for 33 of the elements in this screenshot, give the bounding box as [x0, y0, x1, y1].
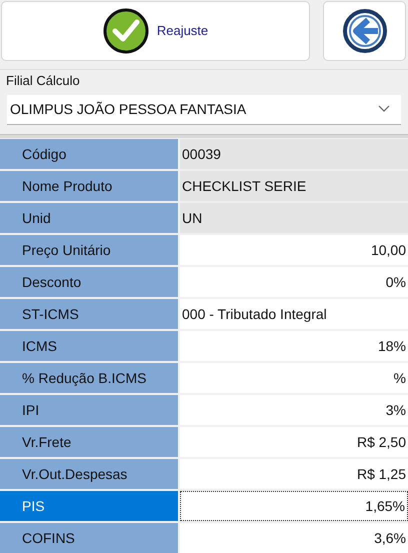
checkmark-icon — [102, 8, 149, 54]
row-label: IPI — [0, 395, 178, 425]
branch-dropdown[interactable]: OLIMPUS JOÃO PESSOA FANTASIA — [7, 94, 401, 126]
row-label: Código — [0, 139, 178, 169]
row-value[interactable]: 18% — [180, 331, 408, 361]
row-value[interactable]: R$ 1,25 — [180, 459, 408, 489]
row-label: COFINS — [0, 523, 178, 553]
row-label: Vr.Frete — [0, 427, 178, 457]
chevron-down-icon — [378, 105, 390, 114]
row-value[interactable]: % — [180, 363, 408, 393]
row-label: Desconto — [0, 267, 178, 297]
row-value: UN — [180, 203, 408, 233]
row-label: ST-ICMS — [0, 299, 178, 329]
row-label: Preço Unitário — [0, 235, 178, 265]
row-value[interactable]: 0% — [180, 267, 408, 297]
field-label: Filial Cálculo — [6, 72, 80, 90]
row-label: Nome Produto — [0, 171, 178, 201]
row-label: PIS — [0, 491, 178, 521]
row-value[interactable]: 3,6% — [180, 523, 408, 553]
row-value: CHECKLIST SERIE — [180, 171, 408, 201]
row-label: Vr.Out.Despesas — [0, 459, 178, 489]
row-value: 00039 — [180, 139, 408, 169]
row-value[interactable]: 000 - Tributado Integral — [180, 299, 408, 329]
row-label: ICMS — [0, 331, 178, 361]
row-value[interactable]: 10,00 — [180, 235, 408, 265]
back-button[interactable] — [323, 1, 406, 62]
row-label: Unid — [0, 203, 178, 233]
row-value[interactable]: 1,65% — [180, 491, 408, 521]
confirm-button[interactable]: Reajuste — [1, 1, 310, 62]
dropdown-value: OLIMPUS JOÃO PESSOA FANTASIA — [10, 100, 246, 119]
row-value[interactable]: R$ 2,50 — [180, 427, 408, 457]
row-label: % Redução B.ICMS — [0, 363, 178, 393]
row-value[interactable]: 3% — [180, 395, 408, 425]
